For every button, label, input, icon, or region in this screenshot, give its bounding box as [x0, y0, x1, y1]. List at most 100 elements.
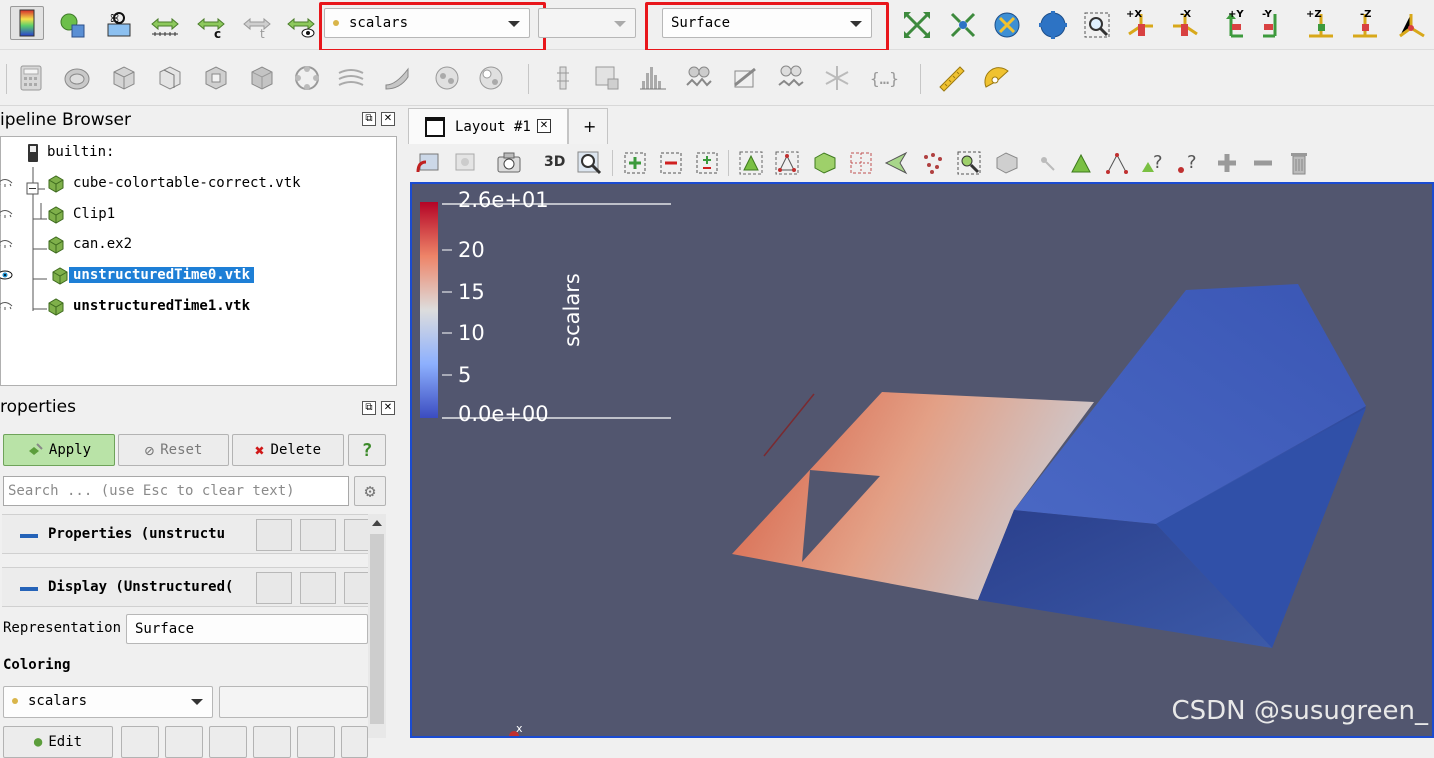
hover-points-query-icon[interactable]: ?	[1172, 146, 1206, 180]
screenshot-icon[interactable]	[492, 146, 526, 180]
rescale-button[interactable]	[165, 726, 203, 758]
extract-subset-icon[interactable]	[244, 61, 278, 95]
calculator-icon[interactable]	[14, 61, 48, 95]
camera-link-icon[interactable]	[448, 146, 482, 180]
render-view[interactable]: 2.6e+01 20 15 10 5 0.0e+00 scalars x CSD…	[410, 182, 1434, 738]
reset-camera-icon[interactable]	[900, 8, 934, 42]
apply-button[interactable]: Apply	[3, 434, 115, 466]
paste-properties-button[interactable]	[300, 519, 336, 551]
glyph-icon[interactable]	[290, 61, 324, 95]
rescale-custom-icon[interactable]: ꕤ	[102, 8, 136, 42]
ruler-icon[interactable]	[934, 61, 968, 95]
clear-selection-icon[interactable]	[1282, 146, 1316, 180]
view-3d-toggle[interactable]: 3D	[544, 154, 565, 170]
rescale-temporal-icon[interactable]: t	[240, 8, 274, 42]
rescale-custom-button[interactable]	[209, 726, 247, 758]
plot-selection-over-time-icon[interactable]	[728, 61, 762, 95]
hover-cells-icon[interactable]: ?	[1136, 146, 1170, 180]
reset-session-icon[interactable]	[412, 146, 446, 180]
tab-layout-1[interactable]: Layout #1 ✕	[408, 108, 568, 144]
tree-item-can[interactable]: can.ex2	[0, 231, 396, 259]
pipeline-tree[interactable]: builtin: cube-colortable-correct.vtk Cli…	[0, 136, 397, 386]
eye-closed-icon[interactable]	[0, 239, 13, 249]
eye-closed-icon[interactable]	[0, 301, 13, 311]
scroll-up-icon[interactable]	[372, 520, 382, 526]
protractor-icon[interactable]	[980, 61, 1014, 95]
histogram-icon[interactable]	[636, 61, 670, 95]
annotate-icon[interactable]	[820, 61, 854, 95]
properties-search-input[interactable]: Search ... (use Esc to clear text)	[3, 476, 349, 506]
undock-icon[interactable]: ⧉	[362, 401, 376, 415]
rendered-geometry[interactable]	[732, 284, 1366, 648]
properties-scrollbar[interactable]	[368, 514, 386, 738]
contour-icon[interactable]	[60, 61, 94, 95]
hover-points-icon[interactable]	[990, 146, 1024, 180]
colormap-help-button[interactable]	[121, 726, 159, 758]
extract-level-icon[interactable]	[474, 61, 508, 95]
add-tab-button[interactable]: +	[568, 108, 608, 144]
tree-item-builtin[interactable]: builtin:	[1, 139, 396, 167]
eye-open-icon[interactable]	[0, 270, 13, 280]
rescale-custom-range-icon[interactable]: c	[194, 8, 228, 42]
close-icon[interactable]: ✕	[381, 401, 395, 415]
eye-closed-icon[interactable]	[0, 178, 13, 188]
select-points-through-icon[interactable]	[844, 146, 878, 180]
plot-data-over-time-icon[interactable]	[682, 61, 716, 95]
help-button[interactable]: ?	[348, 434, 386, 466]
tree-item-cube[interactable]: cube-colortable-correct.vtk	[0, 170, 396, 198]
paste-display-button[interactable]	[300, 572, 336, 604]
select-points-subtract-icon[interactable]	[654, 146, 688, 180]
grow-selection-icon[interactable]	[1030, 146, 1064, 180]
slice-icon[interactable]	[152, 61, 186, 95]
select-cells-through-icon[interactable]	[808, 146, 842, 180]
select-vertices-icon[interactable]	[1100, 146, 1134, 180]
plot-over-line-icon[interactable]	[590, 61, 624, 95]
undock-icon[interactable]: ⧉	[362, 112, 376, 126]
rescale-visible-icon[interactable]	[284, 8, 318, 42]
properties-section-header[interactable]: Properties (unstructu	[2, 514, 370, 554]
threshold-icon[interactable]	[198, 61, 232, 95]
tree-item-unstructured-time0[interactable]: unstructuredTime0.vtk	[0, 262, 396, 290]
tree-item-clip[interactable]: Clip1	[0, 201, 396, 229]
select-toggle-icon[interactable]	[690, 146, 724, 180]
zoom-box-icon[interactable]	[1080, 8, 1114, 42]
stream-tracer-icon[interactable]	[334, 61, 368, 95]
close-tab-icon[interactable]: ✕	[537, 119, 551, 133]
copy-properties-button[interactable]	[256, 519, 292, 551]
copy-display-button[interactable]	[256, 572, 292, 604]
zoom-to-data-icon[interactable]	[946, 8, 980, 42]
coloring-dropdown[interactable]: scalars	[3, 686, 213, 718]
representation-dropdown[interactable]: Surface	[126, 614, 368, 644]
reset-button[interactable]: ⊘ Reset	[118, 434, 229, 466]
rescale-time-button[interactable]	[253, 726, 291, 758]
grow-selection-plus-icon[interactable]	[1210, 146, 1244, 180]
warp-by-vector-icon[interactable]	[380, 61, 414, 95]
zoom-search-icon[interactable]	[572, 146, 606, 180]
select-cells-on-icon[interactable]	[734, 146, 768, 180]
coloring-component-dropdown[interactable]	[219, 686, 368, 718]
plot-global-variables-icon[interactable]	[774, 61, 808, 95]
select-points-on-icon[interactable]	[770, 146, 804, 180]
rescale-visible-button[interactable]	[297, 726, 335, 758]
scroll-thumb[interactable]	[370, 534, 384, 724]
select-points-add-icon[interactable]	[618, 146, 652, 180]
rescale-data-icon[interactable]	[56, 8, 90, 42]
eye-closed-icon[interactable]	[0, 209, 13, 219]
reset-display-button[interactable]	[344, 572, 370, 604]
clip-icon[interactable]	[106, 61, 140, 95]
delete-button[interactable]: ✖ Delete	[232, 434, 344, 466]
tree-item-unstructured-time1[interactable]: unstructuredTime1.vtk	[0, 293, 396, 321]
reset-default-button[interactable]	[344, 519, 370, 551]
color-map-icon[interactable]	[10, 6, 44, 40]
shrink-selection-icon[interactable]	[1246, 146, 1280, 180]
rescale-range-icon[interactable]	[148, 8, 182, 42]
python-calculator-icon[interactable]: {…}	[866, 61, 900, 95]
interactive-select-icon[interactable]	[952, 146, 986, 180]
select-polygon-points-icon[interactable]	[916, 146, 950, 180]
settings-gear-button[interactable]: ⚙	[354, 476, 386, 506]
rotate-axes-icon[interactable]	[1394, 8, 1428, 42]
edit-colormap-button[interactable]: ● Edit	[3, 726, 113, 758]
colorbar-toggle-button[interactable]	[341, 726, 368, 758]
select-polygon-icon[interactable]	[880, 146, 914, 180]
probe-location-icon[interactable]	[546, 61, 580, 95]
